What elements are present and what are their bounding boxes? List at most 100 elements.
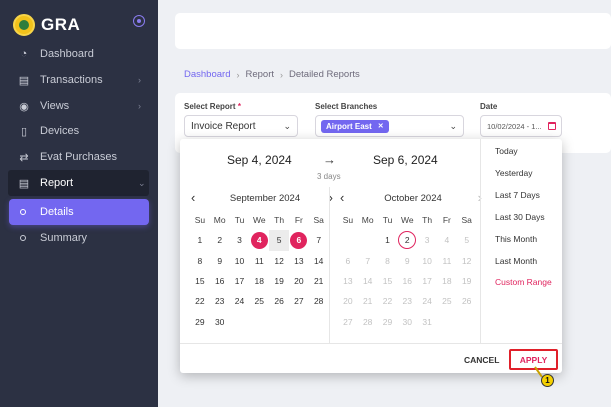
weekday-header: Tu bbox=[382, 215, 393, 226]
calendar-day[interactable]: 2 bbox=[397, 230, 417, 250]
top-navbar bbox=[175, 13, 611, 49]
calendar-day[interactable]: 8 bbox=[190, 251, 210, 271]
calendar-day[interactable]: 4 bbox=[249, 230, 269, 250]
calendar-day: 4 bbox=[444, 235, 450, 246]
branch-tag-label: Airport East bbox=[326, 121, 372, 131]
calendar-title: October 2024 bbox=[384, 193, 442, 204]
preset-last-month[interactable]: Last Month bbox=[495, 256, 537, 266]
calendar-day[interactable]: 15 bbox=[190, 271, 210, 291]
calendar-day[interactable]: 29 bbox=[190, 311, 210, 331]
empty-cell bbox=[358, 230, 378, 250]
sidebar-item-transactions[interactable]: ▤ Transactions › bbox=[0, 67, 158, 93]
calendar-grid: Su Mo Tu We Th Fr Sa 1 2 3 4 5 6 7 8 9 10 11 12 13 14 15 16 17 1… bbox=[190, 210, 329, 332]
sidebar-item-label: Views bbox=[40, 100, 70, 112]
calendar-day[interactable]: 25 bbox=[249, 291, 269, 311]
breadcrumb-report[interactable]: Report bbox=[245, 69, 274, 80]
calendar-day[interactable]: 10 bbox=[230, 251, 250, 271]
chevron-right-icon: › bbox=[138, 75, 141, 85]
date-range-input[interactable]: 10/02/2024 - 1... bbox=[480, 115, 562, 137]
date-label: Date bbox=[480, 102, 498, 111]
calendar-day: 31 bbox=[422, 316, 432, 327]
calendar-day[interactable]: 26 bbox=[269, 291, 289, 311]
calendar-day: 23 bbox=[402, 296, 413, 307]
sidebar-subitem-details[interactable]: Details bbox=[9, 199, 149, 225]
preset-last-7-days[interactable]: Last 7 Days bbox=[495, 190, 540, 200]
required-mark: * bbox=[237, 102, 241, 111]
calendar-day[interactable]: 20 bbox=[289, 271, 309, 291]
calendar-day[interactable]: 18 bbox=[249, 271, 269, 291]
sidebar-item-label: Devices bbox=[40, 125, 80, 137]
cancel-button[interactable]: CANCEL bbox=[464, 355, 499, 365]
chevron-down-icon: ⌄ bbox=[283, 120, 291, 131]
chevron-right-icon: › bbox=[236, 69, 240, 80]
sidebar-item-label: Evat Purchases bbox=[40, 151, 118, 163]
calendar-day[interactable]: 19 bbox=[269, 271, 289, 291]
range-start-label: Sep 4, 2024 bbox=[227, 153, 292, 167]
branches-label: Select Branches bbox=[315, 102, 378, 111]
transactions-icon: ▤ bbox=[18, 74, 30, 87]
branches-select[interactable]: Airport East ✕ ⌄ bbox=[315, 115, 464, 137]
calendar-day[interactable]: 11 bbox=[249, 251, 269, 271]
calendar-day: 11 bbox=[442, 255, 452, 266]
calendar-day[interactable]: 23 bbox=[210, 291, 230, 311]
sidebar-item-views[interactable]: ◉ Views › bbox=[0, 93, 158, 119]
calendar-day: 21 bbox=[362, 296, 373, 307]
preset-custom-range[interactable]: Custom Range bbox=[495, 277, 552, 287]
calendar-day[interactable]: 14 bbox=[309, 251, 329, 271]
report-select[interactable]: Invoice Report ⌄ bbox=[184, 115, 298, 137]
calendar-day[interactable]: 21 bbox=[309, 271, 329, 291]
weekday-header: Fr bbox=[294, 215, 303, 226]
calendar-day[interactable]: 13 bbox=[289, 251, 309, 271]
breadcrumb-current: Detailed Reports bbox=[289, 69, 360, 80]
calendar-day[interactable]: 27 bbox=[289, 291, 309, 311]
calendar-day[interactable]: 16 bbox=[210, 271, 230, 291]
calendar-day[interactable]: 7 bbox=[309, 230, 329, 250]
calendar-day[interactable]: 3 bbox=[230, 230, 250, 250]
calendar-header: ‹ September 2024 › bbox=[190, 187, 340, 209]
sidebar-item-label: Dashboard bbox=[40, 48, 94, 60]
sidebar-item-dashboard[interactable]: ◔ Dashboard bbox=[0, 41, 158, 67]
breadcrumb-dashboard[interactable]: Dashboard bbox=[184, 69, 230, 80]
calendar-day[interactable]: 9 bbox=[210, 251, 230, 271]
calendar-title: September 2024 bbox=[229, 193, 301, 204]
preset-yesterday[interactable]: Yesterday bbox=[495, 168, 533, 178]
calendar-day: 7 bbox=[365, 255, 371, 266]
calendar-header: ‹ October 2024 › bbox=[338, 187, 488, 209]
calendar-day[interactable]: 2 bbox=[210, 230, 230, 250]
calendar-day[interactable]: 22 bbox=[190, 291, 210, 311]
weekday-header: Th bbox=[274, 215, 285, 226]
range-end-label: Sep 6, 2024 bbox=[373, 153, 438, 167]
preset-this-month[interactable]: This Month bbox=[495, 234, 537, 244]
calendar-day[interactable]: 30 bbox=[210, 311, 230, 331]
close-icon[interactable]: ✕ bbox=[378, 122, 384, 130]
sidebar: GRA ◔ Dashboard ▤ Transactions › ◉ Views… bbox=[0, 0, 158, 407]
brand[interactable]: GRA bbox=[13, 14, 80, 36]
sidebar-toggle-icon[interactable] bbox=[133, 15, 145, 27]
sidebar-item-report[interactable]: ▤ Report ⌄ bbox=[8, 170, 149, 196]
weekday-header: Su bbox=[194, 215, 206, 226]
weekday-header: Th bbox=[422, 215, 433, 226]
calendar-icon bbox=[548, 122, 556, 130]
calendar-day: 10 bbox=[422, 255, 432, 266]
sidebar-item-devices[interactable]: ▯ Devices bbox=[0, 118, 158, 144]
chevron-right-icon: › bbox=[280, 69, 283, 80]
calendar-day[interactable]: 5 bbox=[269, 230, 289, 251]
calendar-day: 29 bbox=[382, 316, 393, 327]
preset-last-30-days[interactable]: Last 30 Days bbox=[495, 212, 545, 222]
calendar-day[interactable]: 1 bbox=[190, 230, 210, 250]
sidebar-item-evat-purchases[interactable]: ⇄ Evat Purchases bbox=[0, 144, 158, 170]
weekday-header: Tu bbox=[234, 215, 245, 226]
calendar-day[interactable]: 28 bbox=[309, 291, 329, 311]
weekday-header: Fr bbox=[442, 215, 451, 226]
calendar-day[interactable]: 12 bbox=[269, 251, 289, 271]
calendar-day[interactable]: 6 bbox=[289, 230, 309, 250]
calendar-day: 25 bbox=[442, 296, 452, 307]
weekday-header: Mo bbox=[361, 215, 374, 226]
calendar-day[interactable]: 24 bbox=[230, 291, 250, 311]
preset-today[interactable]: Today bbox=[495, 146, 518, 156]
weekday-header: Su bbox=[342, 215, 354, 226]
sidebar-subitem-summary[interactable]: Summary bbox=[0, 225, 158, 251]
date-range-picker: Sep 4, 2024 → Sep 6, 2024 3 days ‹ Septe… bbox=[180, 139, 562, 373]
calendar-day[interactable]: 17 bbox=[230, 271, 250, 291]
calendar-day[interactable]: 1 bbox=[378, 230, 398, 250]
